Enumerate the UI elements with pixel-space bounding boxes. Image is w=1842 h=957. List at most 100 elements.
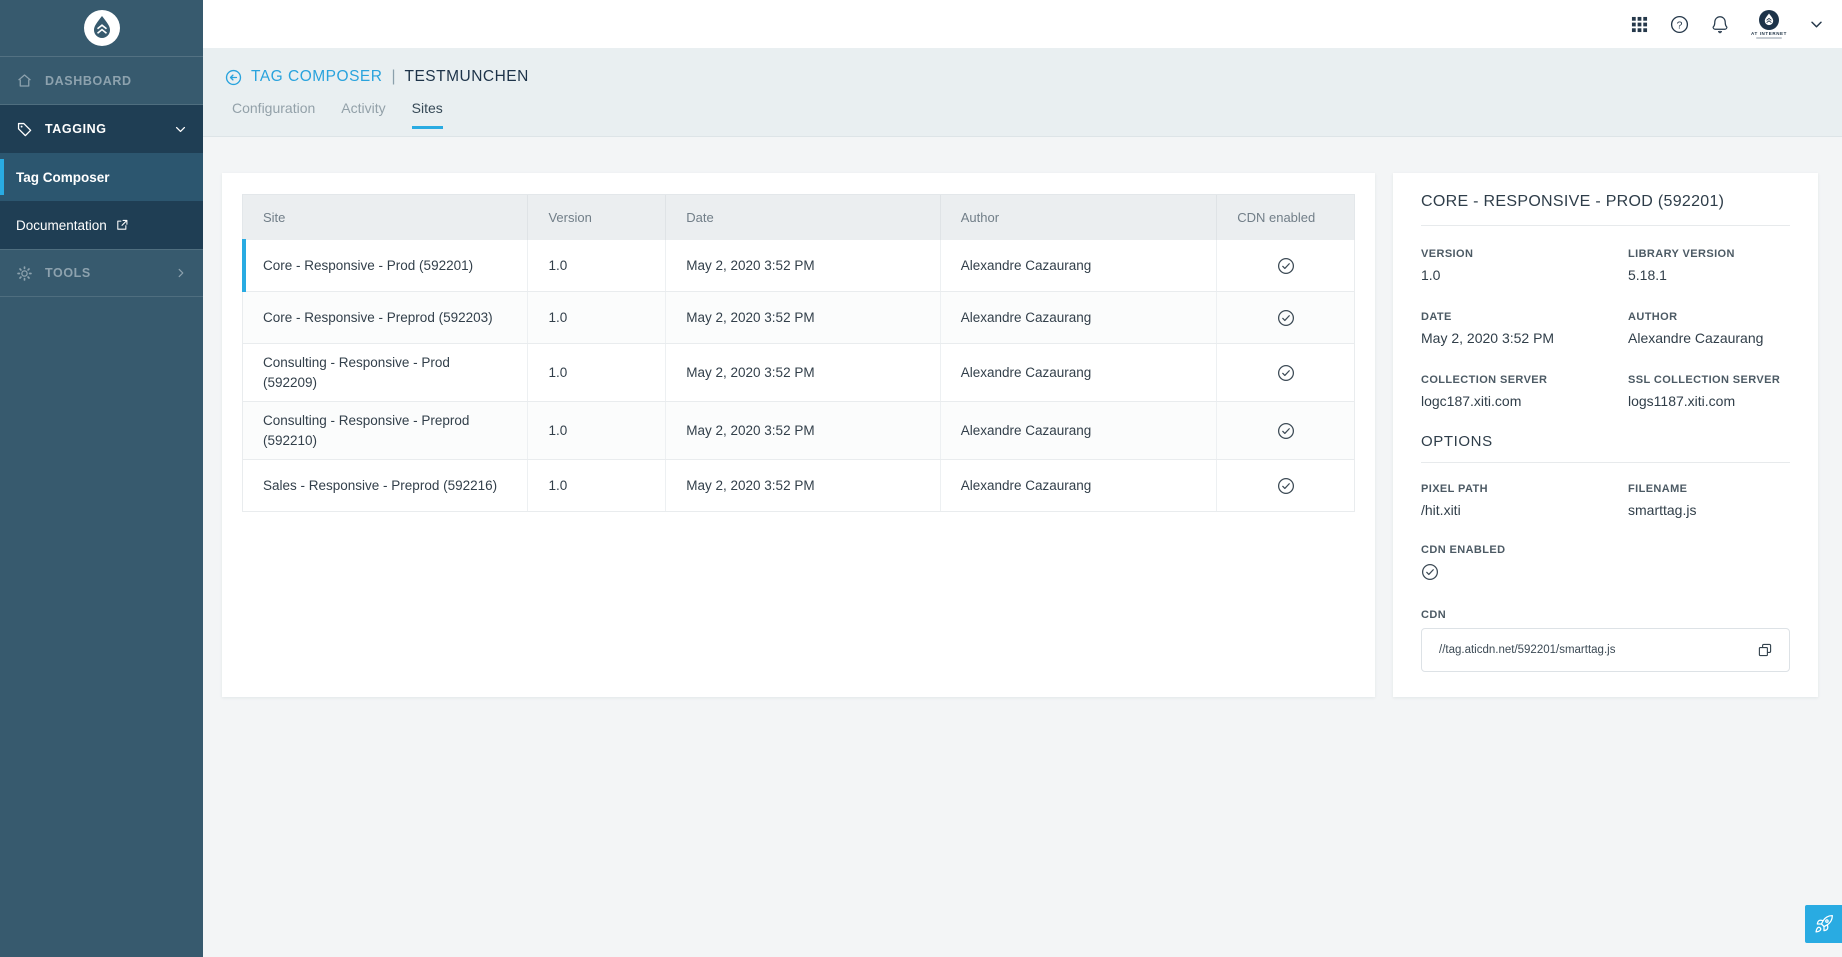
site-cell: Core - Responsive - Prod (592201)	[243, 240, 528, 291]
version-cell: 1.0	[528, 460, 666, 511]
page-title-site: TESTMUNCHEN	[404, 68, 528, 86]
author-cell: Alexandre Cazaurang	[941, 460, 1217, 511]
check-circle-icon	[1277, 477, 1295, 495]
sidebar-item-label: TAGGING	[45, 122, 162, 136]
column-header-version: Version	[528, 195, 666, 240]
sidebar-item-label: DASHBOARD	[45, 74, 187, 88]
version-cell: 1.0	[528, 292, 666, 343]
sidebar-item-tag-composer[interactable]: Tag Composer	[0, 153, 203, 201]
cdn-url-value: //tag.aticdn.net/592201/smarttag.js	[1439, 644, 1755, 656]
column-header-date: Date	[666, 195, 940, 240]
field-version: VERSION 1.0	[1421, 248, 1628, 283]
account-avatar[interactable]: AT INTERNET	[1751, 10, 1787, 39]
title-separator: |	[391, 68, 395, 86]
field-library-version: LIBRARY VERSION 5.18.1	[1628, 248, 1790, 283]
cdn-enabled-cell	[1217, 344, 1354, 401]
column-header-author: Author	[941, 195, 1217, 240]
rocket-button[interactable]	[1805, 905, 1842, 943]
account-chevron-down-icon[interactable]	[1809, 17, 1824, 32]
author-cell: Alexandre Cazaurang	[941, 402, 1217, 459]
version-cell: 1.0	[528, 402, 666, 459]
field-ssl-collection-server: SSL COLLECTION SERVER logs1187.xiti.com	[1628, 374, 1790, 409]
cdn-url-field[interactable]: //tag.aticdn.net/592201/smarttag.js	[1421, 628, 1790, 672]
svg-text:?: ?	[1677, 20, 1683, 31]
site-cell: Core - Responsive - Preprod (592203)	[243, 292, 528, 343]
check-circle-icon	[1277, 309, 1295, 327]
sites-table: Site Version Date Author CDN enabled Cor…	[242, 194, 1355, 512]
help-icon[interactable]: ?	[1670, 15, 1689, 34]
check-circle-icon	[1277, 257, 1295, 275]
field-cdn-enabled: CDN ENABLED	[1421, 544, 1790, 581]
field-author: AUTHOR Alexandre Cazaurang	[1628, 311, 1790, 346]
column-header-site: Site	[243, 195, 528, 240]
brand-drop-icon	[83, 9, 121, 47]
sidebar-item-label: TOOLS	[45, 266, 163, 280]
date-cell: May 2, 2020 3:52 PM	[666, 240, 940, 291]
sidebar-item-tagging[interactable]: TAGGING	[0, 105, 203, 153]
check-circle-icon	[1421, 563, 1439, 581]
field-collection-server: COLLECTION SERVER logc187.xiti.com	[1421, 374, 1628, 409]
detail-panel-title: CORE - RESPONSIVE - PROD (592201)	[1421, 193, 1790, 226]
tab-sites[interactable]: Sites	[412, 100, 443, 129]
chevron-down-icon	[174, 123, 187, 136]
site-cell: Sales - Responsive - Preprod (592216)	[243, 460, 528, 511]
check-circle-icon	[1277, 364, 1295, 382]
gear-icon	[16, 265, 33, 282]
sidebar: DASHBOARD TAGGING Tag Composer Documenta…	[0, 0, 203, 957]
version-cell: 1.0	[528, 240, 666, 291]
site-cell: Consulting - Responsive - Preprod (59221…	[243, 402, 528, 459]
author-cell: Alexandre Cazaurang	[941, 240, 1217, 291]
back-arrow-circle-icon[interactable]	[225, 69, 242, 86]
page-title-app: TAG COMPOSER	[251, 68, 382, 86]
site-table-body: Core - Responsive - Prod (592201)1.0May …	[242, 240, 1355, 512]
tab-activity[interactable]: Activity	[341, 100, 385, 129]
site-cell: Consulting - Responsive - Prod (592209)	[243, 344, 528, 401]
date-cell: May 2, 2020 3:52 PM	[666, 460, 940, 511]
table-row[interactable]: Core - Responsive - Preprod (592203)1.0M…	[242, 292, 1355, 344]
table-row[interactable]: Core - Responsive - Prod (592201)1.0May …	[242, 240, 1355, 292]
sidebar-item-tools[interactable]: TOOLS	[0, 249, 203, 297]
detail-panel: CORE - RESPONSIVE - PROD (592201) VERSIO…	[1393, 173, 1818, 697]
topbar: ? AT INTERNET	[203, 0, 1842, 48]
table-row[interactable]: Consulting - Responsive - Prod (592209)1…	[242, 344, 1355, 402]
apps-grid-icon[interactable]	[1631, 16, 1648, 33]
date-cell: May 2, 2020 3:52 PM	[666, 402, 940, 459]
sidebar-nav: DASHBOARD TAGGING Tag Composer Documenta…	[0, 57, 203, 297]
tag-icon	[16, 121, 33, 138]
date-cell: May 2, 2020 3:52 PM	[666, 292, 940, 343]
field-date: DATE May 2, 2020 3:52 PM	[1421, 311, 1628, 346]
sidebar-item-label: Documentation	[16, 218, 107, 233]
copy-icon[interactable]	[1755, 640, 1775, 660]
options-fields: PIXEL PATH /hit.xiti FILENAME smarttag.j…	[1421, 463, 1790, 518]
account-logo-icon	[1759, 10, 1779, 30]
version-cell: 1.0	[528, 344, 666, 401]
table-row[interactable]: Consulting - Responsive - Preprod (59221…	[242, 402, 1355, 460]
table-row[interactable]: Sales - Responsive - Preprod (592216)1.0…	[242, 460, 1355, 512]
sidebar-item-documentation[interactable]: Documentation	[0, 201, 203, 249]
tab-configuration[interactable]: Configuration	[232, 100, 315, 129]
chevron-right-icon	[175, 267, 187, 279]
external-link-icon	[115, 218, 129, 232]
author-cell: Alexandre Cazaurang	[941, 344, 1217, 401]
field-pixel-path: PIXEL PATH /hit.xiti	[1421, 483, 1628, 518]
detail-fields: VERSION 1.0 LIBRARY VERSION 5.18.1 DATE …	[1421, 226, 1790, 409]
home-icon	[16, 72, 33, 89]
app-logo[interactable]	[0, 0, 203, 57]
sidebar-item-dashboard[interactable]: DASHBOARD	[0, 57, 203, 105]
sidebar-item-label: Tag Composer	[16, 170, 110, 185]
field-filename: FILENAME smarttag.js	[1628, 483, 1790, 518]
options-heading: OPTIONS	[1421, 433, 1790, 463]
check-circle-icon	[1277, 422, 1295, 440]
column-header-cdn: CDN enabled	[1217, 195, 1354, 240]
notifications-bell-icon[interactable]	[1711, 15, 1729, 34]
sites-table-card: Site Version Date Author CDN enabled Cor…	[222, 173, 1375, 697]
page-header: TAG COMPOSER | TESTMUNCHEN Configuration…	[203, 48, 1842, 137]
cdn-enabled-cell	[1217, 402, 1354, 459]
account-name: AT INTERNET	[1751, 31, 1787, 36]
tab-bar: Configuration Activity Sites	[232, 100, 1842, 129]
cdn-enabled-cell	[1217, 240, 1354, 291]
author-cell: Alexandre Cazaurang	[941, 292, 1217, 343]
field-cdn: CDN //tag.aticdn.net/592201/smarttag.js	[1421, 609, 1790, 672]
rocket-icon	[1814, 914, 1834, 934]
table-header-row: Site Version Date Author CDN enabled	[242, 194, 1355, 240]
